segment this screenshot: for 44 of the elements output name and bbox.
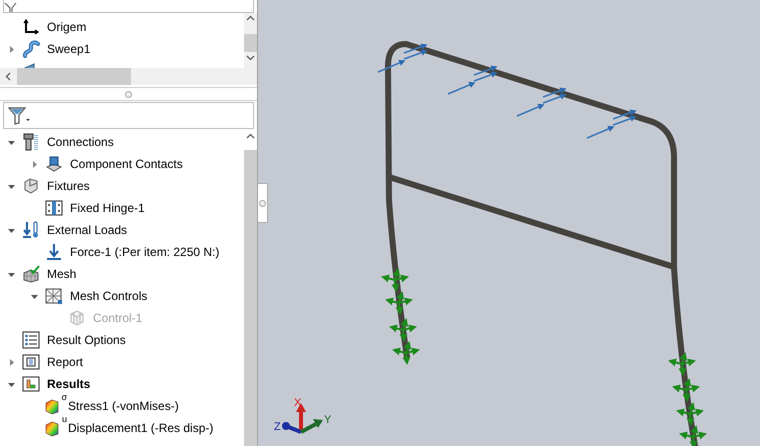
vertical-scrollbar[interactable] <box>244 13 257 68</box>
tree-item[interactable]: Report <box>47 355 84 369</box>
results-folder-icon <box>22 375 40 393</box>
hinge-icon <box>45 199 63 217</box>
filter-icon[interactable] <box>6 106 32 124</box>
tree-item[interactable]: Connections <box>47 135 114 149</box>
tree-item[interactable]: Result Options <box>47 333 126 347</box>
tree-item[interactable]: Force-1 (:Per item: 2250 N:) <box>70 245 220 259</box>
scroll-left-icon[interactable] <box>4 71 13 82</box>
bolt-icon <box>22 133 40 151</box>
axes-icon <box>22 18 40 36</box>
tree-item[interactable]: Results <box>47 377 90 391</box>
panel-handle[interactable] <box>258 183 268 223</box>
list-icon <box>22 331 40 349</box>
tree-item[interactable]: External Loads <box>47 223 128 237</box>
tree-item[interactable]: Mesh <box>47 267 76 281</box>
mesh-check-icon <box>22 265 40 283</box>
plot-symbol: σ <box>61 392 67 402</box>
tree-item[interactable]: Component Contacts <box>70 157 183 171</box>
vertical-scrollbar[interactable] <box>244 131 257 446</box>
sweep-icon <box>22 40 40 58</box>
3d-viewport[interactable]: X Y Z <box>258 0 760 446</box>
horizontal-scrollbar[interactable] <box>0 68 257 85</box>
fixture-icon <box>22 177 40 195</box>
axis-label: Y <box>324 414 332 426</box>
tree-item[interactable]: Displacement1 (-Res disp-) <box>68 421 214 435</box>
tree-item[interactable]: Mesh Controls <box>70 289 148 303</box>
mesh-grid-icon <box>45 287 63 305</box>
down-arrow-icon <box>45 243 63 261</box>
tree-item[interactable]: Stress1 (-vonMises-) <box>68 399 179 413</box>
tree-item[interactable]: Fixtures <box>47 179 90 193</box>
tree-item[interactable]: Fixed Hinge-1 <box>70 201 145 215</box>
report-folder-icon <box>22 353 40 371</box>
contact-icon <box>45 155 63 173</box>
axis-label: X <box>294 397 302 409</box>
tree-item[interactable]: Origem <box>47 20 86 34</box>
y-axis-arrow <box>300 419 323 434</box>
mesh-cube-icon <box>68 309 86 327</box>
z-axis-arrow <box>282 422 302 434</box>
axis-label: Z <box>274 421 281 433</box>
filter-icon[interactable] <box>4 3 18 12</box>
load-icon <box>22 221 40 239</box>
plot-symbol: u <box>62 414 67 424</box>
tree-item[interactable]: Sweep1 <box>47 42 90 56</box>
